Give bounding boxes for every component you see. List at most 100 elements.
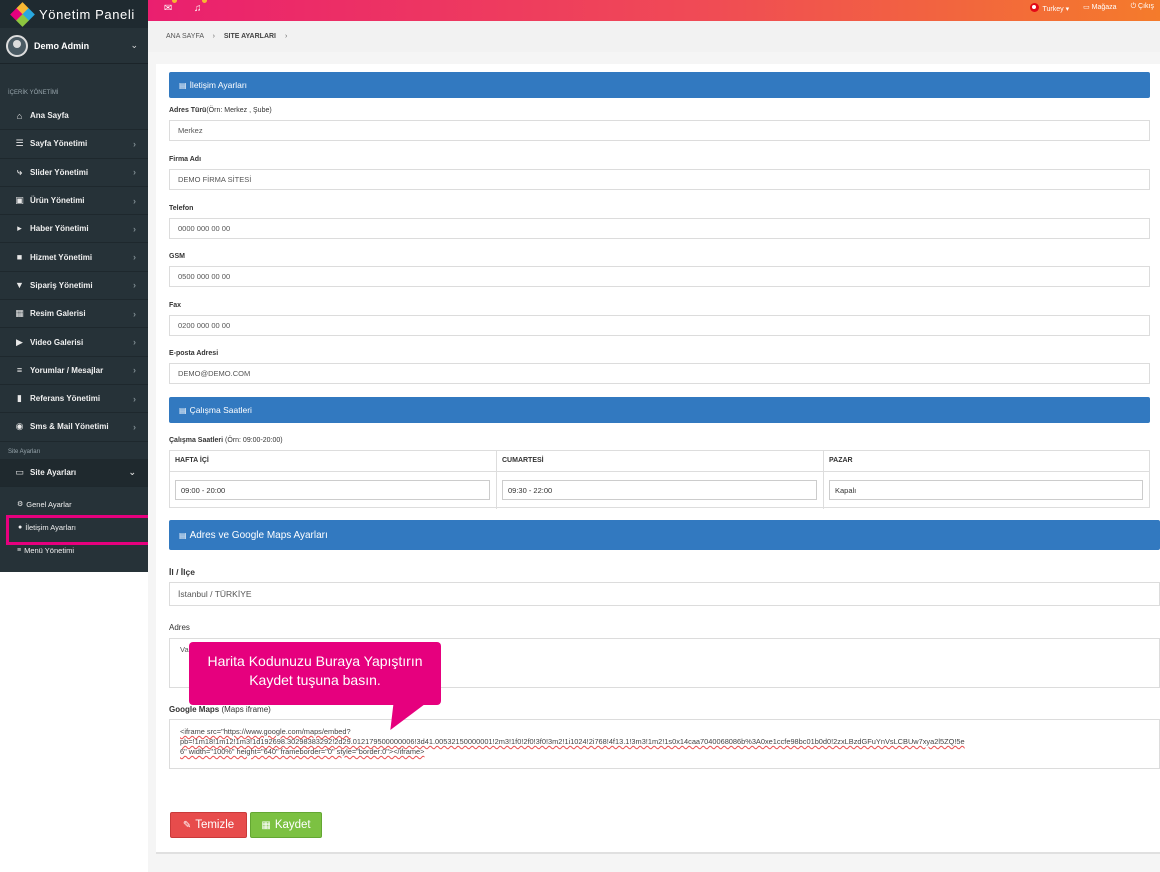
- chevron-right-icon: ›: [133, 393, 136, 404]
- chevron-right-icon: ›: [133, 167, 136, 178]
- sidebar-subitem-label: Genel Ayarlar: [26, 499, 72, 509]
- chevron-right-icon: ›: [133, 138, 136, 149]
- sidebar-item-label: Video Galerisi: [30, 337, 84, 347]
- address-type-input[interactable]: Merkez: [169, 120, 1150, 141]
- label-hint: (Örn: 09:00-20:00): [225, 437, 283, 444]
- email-label: E-posta Adresi: [169, 350, 219, 357]
- gmaps-label: Google Maps (Maps iframe): [169, 705, 271, 714]
- column-header: CUMARTESİ: [497, 451, 823, 472]
- gsm-input[interactable]: 0500 000 00 00: [169, 266, 1150, 287]
- gears-icon: ⚙: [17, 501, 24, 509]
- sidebar-item-comments[interactable]: ≡ Yorumlar / Mesajlar ›: [0, 357, 148, 385]
- button-label: Kaydet: [274, 819, 311, 831]
- sidebar-item-home[interactable]: ⌂ Ana Sayfa: [0, 102, 148, 131]
- sidebar-item-gallery[interactable]: ▦ Resim Galerisi ›: [0, 300, 148, 329]
- sidebar-item-orders[interactable]: ▼ Sipariş Yönetimi ›: [0, 272, 148, 301]
- cart-icon: ▼: [15, 280, 24, 291]
- sunday-hours-input[interactable]: Kapalı: [829, 480, 1143, 500]
- save-button[interactable]: ▦ Kaydet: [250, 812, 322, 838]
- file-icon: ▤: [179, 405, 187, 415]
- sidebar-subitem-label: Menü Yönetimi: [24, 545, 74, 555]
- sidebar-item-videos[interactable]: ▶ Video Galerisi ›: [0, 328, 148, 357]
- clear-button[interactable]: ✎ Temizle: [170, 812, 247, 838]
- fax-input[interactable]: 0200 000 00 00: [169, 315, 1150, 336]
- chevron-right-icon: ›: [133, 337, 136, 348]
- sidebar-item-slider[interactable]: ⤷ Slider Yönetimi ›: [0, 159, 148, 187]
- globe-icon: ◉: [15, 421, 24, 432]
- store-label: Mağaza: [1091, 4, 1117, 11]
- bullhorn-icon: ▸: [17, 223, 22, 234]
- notification-badge: [202, 0, 207, 3]
- sidebar-item-references[interactable]: ▮ Referans Yönetimi ›: [0, 385, 148, 414]
- sidebar-item-news[interactable]: ▸ Haber Yönetimi ›: [0, 215, 148, 244]
- phone-input[interactable]: 0000 000 00 00: [169, 218, 1150, 239]
- sidebar-subitem-general[interactable]: ⚙ Genel Ayarlar: [0, 493, 148, 516]
- chevron-down-icon: ⌄: [130, 40, 138, 50]
- brand[interactable]: Yönetim Paneli: [0, 0, 148, 28]
- file-icon: ▤: [179, 80, 187, 90]
- logout-link[interactable]: ⏻ Çıkış: [1131, 3, 1154, 13]
- highlight-annotation: [6, 515, 162, 545]
- user-name: Demo Admin: [34, 40, 90, 51]
- city-input[interactable]: İstanbul / TÜRKİYE: [169, 582, 1160, 606]
- home-icon: ⌂: [16, 110, 23, 121]
- bell-icon[interactable]: ♫: [194, 3, 202, 14]
- label-hint: (Maps iframe): [221, 705, 271, 714]
- top-bar-actions: Turkey ▾ ▭ Mağaza ⏻ Çıkış: [1030, 3, 1154, 13]
- contact-panel-header: ▤ İletişim Ayarları: [169, 72, 1150, 98]
- address-label: Adres: [169, 623, 190, 632]
- code-line: 6" width="100%" height="640" frameborder…: [180, 747, 425, 756]
- weekday-hours-input[interactable]: 09:00 - 20:00: [175, 480, 490, 500]
- sidebar-item-sms-mail[interactable]: ◉ Sms & Mail Yönetimi ›: [0, 413, 148, 442]
- cubes-icon: ▣: [15, 195, 24, 206]
- column-header: PAZAR: [824, 451, 1149, 472]
- bookmark-icon: ▮: [17, 393, 22, 404]
- panel-title: Adres ve Google Maps Ayarları: [189, 529, 328, 541]
- sitemap-icon: ☰: [15, 138, 24, 149]
- company-label: Firma Adı: [169, 156, 202, 163]
- sidebar-item-label: Resim Galerisi: [30, 309, 86, 319]
- callout-line: Harita Kodunuzu Buraya Yapıştırın: [207, 653, 423, 669]
- email-input[interactable]: DEMO@DEMO.COM: [169, 363, 1150, 384]
- hours-column-weekday: HAFTA İÇİ 09:00 - 20:00: [170, 451, 497, 509]
- sidebar-item-site-settings[interactable]: ▭ Site Ayarları ⌄: [0, 458, 148, 487]
- label-hint: (Örn: Merkez , Şube): [206, 107, 272, 114]
- sidebar-item-label: Ana Sayfa: [30, 111, 69, 121]
- chevron-right-icon: ›: [133, 252, 136, 263]
- section-label-content: İÇERİK YÖNETİMİ: [8, 90, 59, 96]
- brand-title: Yönetim Paneli: [39, 6, 135, 22]
- hours-table: HAFTA İÇİ 09:00 - 20:00 CUMARTESİ 09:30 …: [169, 450, 1150, 509]
- sidebar-item-label: Site Ayarları: [30, 467, 77, 477]
- chevron-right-icon: ›: [133, 421, 136, 432]
- gsm-label: GSM: [169, 253, 185, 260]
- user-menu[interactable]: Demo Admin ⌄: [0, 28, 148, 64]
- language-dropdown[interactable]: Turkey ▾: [1030, 3, 1069, 13]
- sidebar-item-label: Sayfa Yönetimi: [30, 139, 88, 149]
- breadcrumb: ANA SAYFA › SITE AYARLARI ›: [148, 21, 1160, 52]
- company-input[interactable]: DEMO FİRMA SİTESİ: [169, 169, 1150, 190]
- breadcrumb-separator: ›: [284, 33, 288, 40]
- list-icon: ≡: [16, 365, 23, 376]
- top-bar: ✉ ♫ Turkey ▾ ▭ Mağaza ⏻ Çıkış: [148, 0, 1160, 21]
- file-icon: ▤: [179, 530, 187, 540]
- image-icon: ▦: [15, 308, 24, 319]
- sidebar-item-label: Sipariş Yönetimi: [30, 280, 93, 290]
- breadcrumb-current: SITE AYARLARI: [223, 33, 276, 40]
- mail-icon[interactable]: ✉: [164, 3, 172, 14]
- label-text: Çalışma Saatleri: [169, 437, 224, 444]
- sidebar-item-pages[interactable]: ☰ Sayfa Yönetimi ›: [0, 130, 148, 159]
- sidebar-item-label: Haber Yönetimi: [30, 224, 89, 234]
- sidebar-item-products[interactable]: ▣ Ürün Yönetimi ›: [0, 187, 148, 216]
- store-link[interactable]: ▭ Mağaza: [1083, 3, 1116, 13]
- gmaps-iframe-textarea[interactable]: <iframe src="https://www.google.com/maps…: [169, 719, 1160, 769]
- hours-column-saturday: CUMARTESİ 09:30 - 22:00: [497, 451, 824, 509]
- logout-label: Çıkış: [1138, 3, 1154, 10]
- label-text: Google Maps: [169, 705, 220, 714]
- address-type-label: Adres Türü(Örn: Merkez , Şube): [169, 107, 272, 114]
- breadcrumb-separator: ›: [212, 33, 215, 40]
- saturday-hours-input[interactable]: 09:30 - 22:00: [502, 480, 817, 500]
- sidebar-item-services[interactable]: ■ Hizmet Yönetimi ›: [0, 243, 148, 272]
- breadcrumb-home[interactable]: ANA SAYFA: [166, 33, 204, 40]
- eraser-icon: ✎: [182, 819, 192, 831]
- sidebar: Yönetim Paneli Demo Admin ⌄ İÇERİK YÖNET…: [0, 0, 148, 572]
